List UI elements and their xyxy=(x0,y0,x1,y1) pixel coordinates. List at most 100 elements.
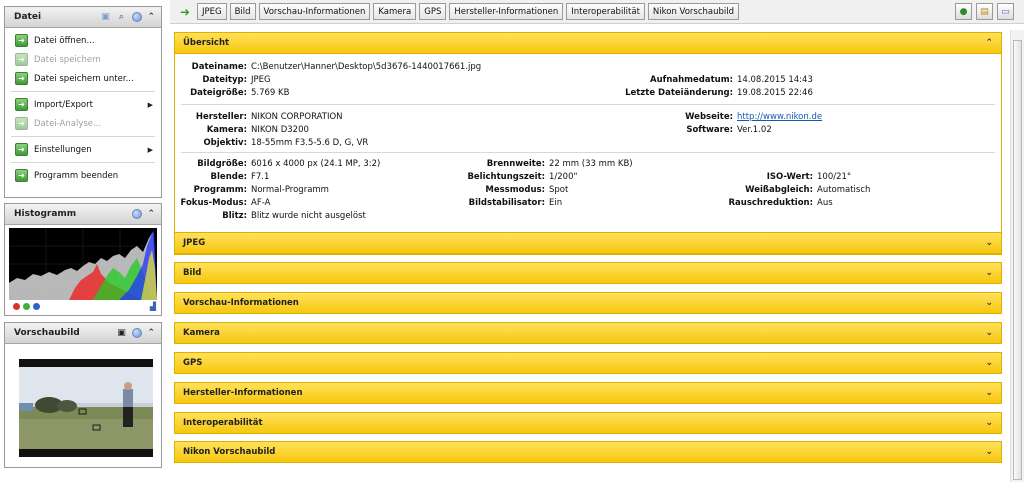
tab-vorschau-informationen[interactable]: Vorschau-Informationen xyxy=(258,3,371,20)
label-aufnahmedatum: Aufnahmedatum: xyxy=(650,75,733,85)
menu-save-as[interactable]: ➜ Datei speichern unter... xyxy=(5,69,161,88)
menu-save-as-label: Datei speichern unter... xyxy=(34,73,134,84)
section-uebersicht[interactable]: Übersicht ⌃ xyxy=(174,32,1002,54)
section-interoperabilitaet[interactable]: Interoperabilität ⌄ xyxy=(174,412,1002,434)
label-webseite: Webseite: xyxy=(685,112,733,122)
menu-import-export[interactable]: ➜ Import/Export ▶ xyxy=(5,95,161,114)
menu-file-analysis[interactable]: ➜ Datei-Analyse... xyxy=(5,114,161,133)
section-gps[interactable]: GPS ⌄ xyxy=(174,352,1002,374)
value-iso-wert: 100/21° xyxy=(817,172,852,182)
submenu-arrow-icon: ▶ xyxy=(147,100,153,109)
arrow-right-icon: ➜ xyxy=(15,53,28,66)
menu-separator xyxy=(11,91,155,92)
label-belichtungszeit: Belichtungszeit: xyxy=(467,172,545,182)
tab-nikon-vorschaubild[interactable]: Nikon Vorschaubild xyxy=(647,3,739,20)
section-hersteller-informationen-title: Hersteller-Informationen xyxy=(183,388,303,398)
label-bildgroesse: Bildgröße: xyxy=(197,159,247,169)
content-area: Übersicht ⌃ Dateiname: C:\Benutzer\Hanner… xyxy=(174,30,1002,478)
expand-icon[interactable]: ⌄ xyxy=(985,238,993,248)
label-letzte-aenderung: Letzte Dateiänderung: xyxy=(625,88,733,98)
preview-panel-title: Vorschaubild xyxy=(14,328,80,338)
label-dateigroesse: Dateigröße: xyxy=(190,88,247,98)
collapse-icon[interactable]: ⌃ xyxy=(147,209,155,219)
preview-panel-header[interactable]: Vorschaubild ▣ ⌃ xyxy=(5,323,161,344)
collapse-icon[interactable]: ⌃ xyxy=(147,328,155,338)
value-software: Ver.1.02 xyxy=(737,125,772,135)
arrow-right-icon: ➜ xyxy=(15,34,28,47)
label-brennweite: Brennweite: xyxy=(486,159,545,169)
histogram-mode-icon[interactable]: ▟ xyxy=(150,302,156,311)
tab-kamera[interactable]: Kamera xyxy=(373,3,417,20)
section-interoperabilitaet-title: Interoperabilität xyxy=(183,418,263,428)
tab-bild[interactable]: Bild xyxy=(229,3,256,20)
histogram-panel: Histogramm ⌃ ▟ xyxy=(4,203,162,316)
expand-icon[interactable]: ⌄ xyxy=(985,447,993,457)
tab-jpeg[interactable]: JPEG xyxy=(197,3,227,20)
label-weissabgleich: Weißabgleich: xyxy=(745,185,813,195)
value-rauschreduktion: Aus xyxy=(817,198,833,208)
histogram-chart xyxy=(9,228,157,300)
label-programm: Programm: xyxy=(193,185,247,195)
label-dateityp: Dateityp: xyxy=(202,75,247,85)
menu-open-file-label: Datei öffnen... xyxy=(34,35,95,46)
value-bildgroesse: 6016 x 4000 px (24.1 MP, 3:2) xyxy=(251,159,381,169)
expand-icon[interactable]: ⌄ xyxy=(985,328,993,338)
section-vorschau-informationen[interactable]: Vorschau-Informationen ⌄ xyxy=(174,292,1002,314)
menu-exit[interactable]: ➜ Programm beenden xyxy=(5,166,161,185)
expand-icon[interactable]: ⌄ xyxy=(985,298,993,308)
arrow-right-icon: ➜ xyxy=(15,98,28,111)
scrollbar-thumb[interactable] xyxy=(1013,40,1022,480)
menu-settings[interactable]: ➜ Einstellungen ▶ xyxy=(5,140,161,159)
window-icon[interactable]: ▭ xyxy=(997,3,1014,20)
menu-separator xyxy=(11,162,155,163)
collapse-icon[interactable]: ⌃ xyxy=(147,12,155,22)
tab-hersteller-informationen[interactable]: Hersteller-Informationen xyxy=(449,3,564,20)
green-channel-icon[interactable] xyxy=(23,303,30,310)
expand-icon[interactable]: ⌄ xyxy=(985,268,993,278)
label-messmodus: Messmodus: xyxy=(485,185,545,195)
value-brennweite: 22 mm (33 mm KB) xyxy=(549,159,633,169)
section-gps-title: GPS xyxy=(183,358,203,368)
section-nikon-vorschaubild[interactable]: Nikon Vorschaubild ⌄ xyxy=(174,441,1002,463)
menu-exit-label: Programm beenden xyxy=(34,170,119,181)
arrow-right-icon: ➜ xyxy=(15,117,28,130)
link-webseite[interactable]: http://www.nikon.de xyxy=(733,112,822,122)
expand-icon[interactable]: ⌄ xyxy=(985,418,993,428)
section-vorschau-informationen-title: Vorschau-Informationen xyxy=(183,298,299,308)
focus-frame-icon[interactable]: ▣ xyxy=(115,327,127,339)
tab-interoperabilitaet[interactable]: Interoperabilität xyxy=(566,3,645,20)
value-blitz: Blitz wurde nicht ausgelöst xyxy=(251,211,366,221)
histogram-panel-header[interactable]: Histogramm ⌃ xyxy=(5,204,161,225)
red-channel-icon[interactable] xyxy=(13,303,20,310)
section-jpeg[interactable]: JPEG ⌄ xyxy=(174,232,1002,254)
section-bild[interactable]: Bild ⌄ xyxy=(174,262,1002,284)
copy-icon[interactable]: ▣ xyxy=(99,11,111,23)
divider xyxy=(181,104,995,105)
datei-panel-header[interactable]: Datei ▣ ⌕ ⌃ xyxy=(5,7,161,28)
collapse-icon[interactable]: ⌃ xyxy=(985,38,993,48)
help-icon[interactable] xyxy=(131,11,143,23)
submenu-arrow-icon: ▶ xyxy=(147,145,153,154)
search-icon[interactable]: ⌕ xyxy=(115,11,127,23)
help-icon[interactable] xyxy=(131,327,143,339)
section-hersteller-informationen[interactable]: Hersteller-Informationen ⌄ xyxy=(174,382,1002,404)
preview-panel: Vorschaubild ▣ ⌃ xyxy=(4,322,162,468)
forward-arrow-icon[interactable]: ➜ xyxy=(176,3,194,21)
datei-panel-title: Datei xyxy=(14,12,42,22)
tab-gps[interactable]: GPS xyxy=(419,3,447,20)
globe-icon[interactable]: ● xyxy=(955,3,972,20)
menu-open-file[interactable]: ➜ Datei öffnen... xyxy=(5,31,161,50)
expand-icon[interactable]: ⌄ xyxy=(985,358,993,368)
label-blitz: Blitz: xyxy=(222,211,247,221)
menu-import-export-label: Import/Export xyxy=(34,99,93,110)
label-dateiname: Dateiname: xyxy=(191,62,247,72)
vertical-scrollbar[interactable] xyxy=(1010,30,1024,482)
label-software: Software: xyxy=(686,125,733,135)
export-icon[interactable]: ▤ xyxy=(976,3,993,20)
label-fokus-modus: Fokus-Modus: xyxy=(180,198,248,208)
help-icon[interactable] xyxy=(131,208,143,220)
menu-save-file[interactable]: ➜ Datei speichern xyxy=(5,50,161,69)
section-kamera[interactable]: Kamera ⌄ xyxy=(174,322,1002,344)
blue-channel-icon[interactable] xyxy=(33,303,40,310)
expand-icon[interactable]: ⌄ xyxy=(985,388,993,398)
